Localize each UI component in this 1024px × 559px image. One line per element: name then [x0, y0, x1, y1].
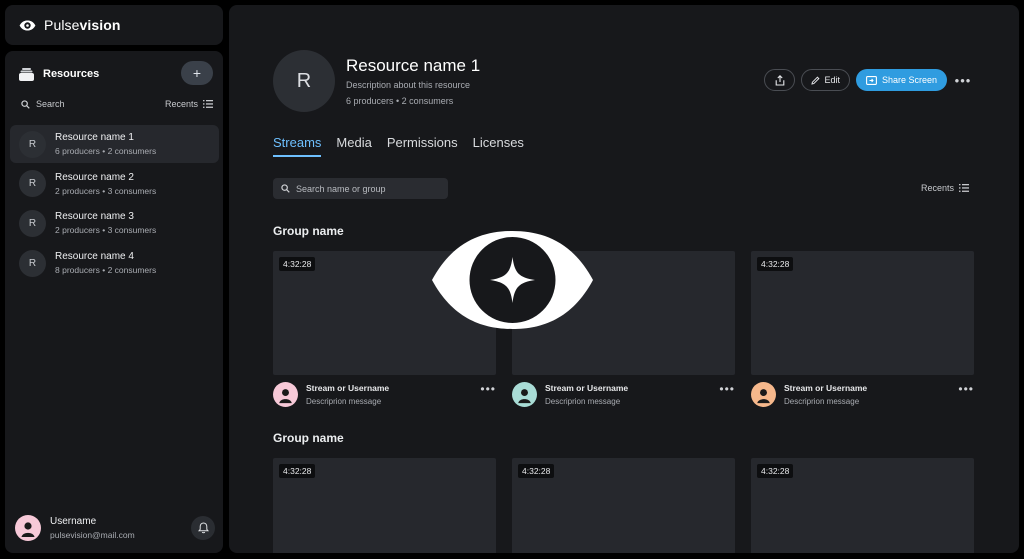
stream-thumbnail[interactable]: 4:32:28	[273, 458, 496, 553]
user-name: Username	[50, 516, 97, 527]
stream-search-input[interactable]: Search name or group	[273, 178, 448, 199]
resource-meta: 6 producers • 2 consumers	[55, 146, 157, 156]
stream-description: Descriprion message	[306, 397, 382, 406]
pencil-icon	[811, 75, 820, 85]
screen-share-icon	[866, 75, 877, 85]
share-screen-label: Share Screen	[881, 75, 937, 85]
resource-description: Description about this resource	[346, 80, 471, 90]
search-icon[interactable]	[21, 99, 30, 109]
sidebar-sort-button[interactable]: Recents	[165, 99, 213, 109]
card-more-icon[interactable]: •••	[958, 382, 974, 396]
stream-thumbnail[interactable]: 4:32:28	[751, 251, 974, 375]
resource-meta: 2 producers • 3 consumers	[55, 225, 157, 236]
resource-avatar: R	[19, 170, 46, 198]
user-avatar	[15, 515, 41, 541]
sidebar: Resources + Search Recents R Resource na…	[5, 51, 223, 553]
eye-logo-icon	[19, 20, 36, 30]
stream-title: Stream or Username	[545, 383, 629, 393]
stream-thumbnail[interactable]: 4:32:28	[273, 251, 496, 375]
resource-meta: 2 producers • 3 consumers	[55, 185, 157, 196]
header-actions: Edit Share Screen •••	[764, 69, 973, 91]
user-email: pulsevision@mail.com	[50, 530, 135, 540]
group-title: Group name	[273, 431, 344, 445]
list-sort-icon	[959, 184, 969, 192]
card-more-icon[interactable]: •••	[719, 382, 735, 396]
share-screen-button[interactable]: Share Screen	[855, 69, 947, 91]
resource-meta: 8 producers • 2 consumers	[55, 265, 157, 276]
edit-button[interactable]: Edit	[801, 69, 850, 91]
more-options-icon[interactable]: •••	[953, 69, 973, 91]
stream-avatar	[273, 382, 298, 407]
stream-thumbnail[interactable]: 4:32:28	[751, 458, 974, 553]
resource-avatar: R	[19, 209, 46, 237]
resource-name: Resource name 2	[55, 171, 134, 183]
stream-description: Descriprion message	[784, 397, 860, 406]
stream-avatar	[512, 382, 537, 407]
add-resource-button[interactable]: +	[181, 61, 213, 85]
stream-description: Descriprion message	[545, 397, 621, 406]
stack-icon	[19, 67, 34, 81]
resource-item-2[interactable]: R Resource name 2 2 producers • 3 consume…	[10, 165, 219, 203]
app-name: Pulsevision	[44, 17, 121, 33]
sidebar-title: Resources	[43, 68, 100, 80]
stream-card[interactable]: 4:32:28 Stream or Username Descriprion me…	[512, 251, 735, 407]
list-sort-icon	[203, 100, 213, 108]
edit-label: Edit	[824, 75, 840, 85]
resource-item-3[interactable]: R Resource name 3 2 producers • 3 consume…	[10, 204, 219, 242]
duration-badge: 4:32:28	[279, 257, 316, 271]
stream-avatar	[751, 382, 776, 407]
duration-badge: 4:32:28	[757, 464, 794, 478]
resource-name: Resource name 3	[55, 211, 134, 223]
stream-card[interactable]: 4:32:28	[512, 458, 735, 553]
search-placeholder: Search name or group	[296, 183, 386, 194]
tab-streams[interactable]: Streams	[273, 135, 322, 157]
stream-title: Stream or Username	[784, 383, 868, 393]
resource-header-avatar: R	[273, 50, 335, 112]
stream-sort-button[interactable]: Recents	[921, 183, 969, 193]
resource-name: Resource name 1	[55, 132, 134, 143]
duration-badge: 4:32:28	[279, 464, 316, 478]
resource-meta: 6 producers • 2 consumers	[346, 96, 454, 106]
upload-icon	[775, 74, 785, 86]
resource-list: R Resource name 1 6 producers • 2 consume…	[10, 125, 219, 284]
tab-permissions[interactable]: Permissions	[387, 135, 458, 157]
resource-avatar: R	[19, 249, 46, 277]
duration-badge: 4:32:28	[518, 257, 555, 271]
tabs: Streams Media Permissions Licenses	[273, 135, 524, 157]
resource-item-1[interactable]: R Resource name 1 6 producers • 2 consume…	[10, 125, 219, 163]
sidebar-search-label[interactable]: Search	[36, 99, 65, 109]
notifications-button[interactable]	[191, 516, 215, 540]
sidebar-header: Resources +	[19, 61, 213, 85]
stream-card[interactable]: 4:32:28	[751, 458, 974, 553]
resource-avatar: R	[19, 130, 46, 158]
stream-thumbnail[interactable]: 4:32:28	[512, 251, 735, 375]
bell-icon	[197, 522, 209, 534]
stream-title: Stream or Username	[306, 383, 390, 393]
main-panel: R Resource name 1 Description about this…	[229, 5, 1019, 553]
resource-name: Resource name 4	[55, 251, 134, 263]
sidebar-sort-label: Recents	[164, 99, 198, 109]
search-icon	[281, 184, 290, 193]
tab-media[interactable]: Media	[336, 135, 371, 157]
stream-card[interactable]: 4:32:28 Stream or Username Descriprion me…	[273, 251, 496, 407]
sidebar-search-row: Search Recents	[21, 99, 213, 109]
user-profile[interactable]: Username pulsevision@mail.com	[15, 513, 215, 543]
card-more-icon[interactable]: •••	[480, 382, 496, 396]
stream-thumbnail[interactable]: 4:32:28	[512, 458, 735, 553]
tab-licenses[interactable]: Licenses	[473, 135, 524, 157]
brand-bar: Pulsevision	[5, 5, 223, 45]
stream-card[interactable]: 4:32:28	[273, 458, 496, 553]
share-export-button[interactable]	[764, 69, 796, 91]
duration-badge: 4:32:28	[518, 464, 555, 478]
stream-card[interactable]: 4:32:28 Stream or Username Descriprion me…	[751, 251, 974, 407]
group-title: Group name	[273, 224, 344, 238]
resource-item-4[interactable]: R Resource name 4 8 producers • 2 consume…	[10, 244, 219, 282]
sort-label: Recents	[920, 183, 954, 193]
plus-icon: +	[192, 65, 202, 81]
duration-badge: 4:32:28	[757, 257, 794, 271]
page-title: Resource name 1	[346, 56, 481, 75]
